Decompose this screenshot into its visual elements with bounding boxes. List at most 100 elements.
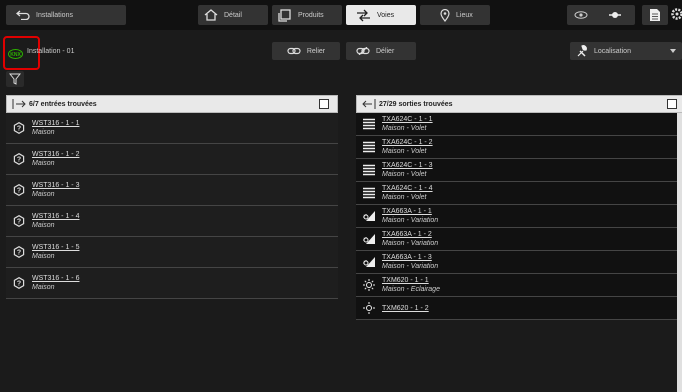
filter-button[interactable]: [6, 71, 24, 87]
tab-produits-label: Produits: [298, 11, 324, 19]
link-chain-icon: [287, 47, 301, 55]
item-name[interactable]: TXA663A - 1 - 3: [382, 253, 438, 262]
item-name[interactable]: WST316 - 1 - 4: [32, 212, 79, 221]
item-name[interactable]: TXA624C - 1 - 1: [382, 115, 433, 124]
outputs-select-all-checkbox[interactable]: [667, 99, 677, 109]
item-name[interactable]: TXM620 - 1 - 2: [382, 304, 429, 313]
gear-icon: [671, 8, 682, 20]
list-item[interactable]: ? WST316 - 1 - 2 Maison: [6, 144, 338, 175]
settings-button[interactable]: [670, 7, 682, 26]
list-item[interactable]: TXA663A - 1 - 1 Maison - Variation: [356, 205, 677, 228]
question-icon: ?: [13, 277, 25, 289]
tab-produits[interactable]: Produits: [272, 5, 342, 25]
link-view-button[interactable]: [601, 11, 635, 19]
input-channel-icon: [12, 99, 26, 109]
inputs-panel: 6/7 entrées trouvées ? WST316 - 1 - 1 Mais…: [6, 95, 338, 392]
dimmer-icon: [363, 257, 375, 267]
list-item[interactable]: ? WST316 - 1 - 3 Maison: [6, 175, 338, 206]
view-toggle-group: [567, 5, 635, 25]
installations-back-button[interactable]: Installations: [6, 5, 126, 25]
shutter-icon: [363, 118, 375, 130]
products-icon: [278, 8, 291, 22]
list-item[interactable]: TXA624C - 1 - 1 Maison - Volet: [356, 113, 677, 136]
delier-button[interactable]: Délier: [346, 42, 416, 60]
item-location: Maison - Volet: [382, 148, 427, 155]
item-name[interactable]: WST316 - 1 - 1: [32, 119, 79, 128]
item-name[interactable]: WST316 - 1 - 3: [32, 181, 79, 190]
house-icon: [204, 9, 218, 21]
list-item[interactable]: ? WST316 - 1 - 5 Maison: [6, 237, 338, 268]
location-pin-icon: [440, 8, 450, 22]
light-icon: [363, 302, 375, 314]
inputs-panel-header: 6/7 entrées trouvées: [6, 95, 338, 113]
tab-detail[interactable]: Détail: [198, 5, 268, 25]
item-name[interactable]: WST316 - 1 - 5: [32, 243, 79, 252]
list-item[interactable]: ? WST316 - 1 - 4 Maison: [6, 206, 338, 237]
chevron-down-icon: [670, 49, 676, 53]
item-location: Maison: [32, 160, 55, 167]
installation-name: Installation - 01: [27, 47, 75, 55]
localisation-label: Localisation: [594, 47, 631, 55]
localisation-dropdown[interactable]: Localisation: [570, 42, 682, 60]
link-icon: [609, 12, 621, 18]
eye-icon: [574, 11, 588, 19]
dimmer-icon: [363, 211, 375, 221]
question-icon: ?: [13, 246, 25, 258]
item-name[interactable]: TXA624C - 1 - 3: [382, 161, 433, 170]
list-item[interactable]: TXM620 - 1 - 2: [356, 297, 677, 320]
list-item[interactable]: TXA624C - 1 - 4 Maison - Volet: [356, 182, 677, 205]
item-name[interactable]: TXA663A - 1 - 2: [382, 230, 438, 239]
outputs-scrollbar[interactable]: [677, 113, 682, 392]
list-item[interactable]: ? WST316 - 1 - 1 Maison: [6, 113, 338, 144]
filter-icon: [9, 73, 21, 85]
svg-text:?: ?: [17, 157, 21, 164]
inputs-count-title: 6/7 entrées trouvées: [29, 100, 97, 108]
item-location: Maison: [32, 222, 55, 229]
list-item[interactable]: TXA663A - 1 - 2 Maison - Variation: [356, 228, 677, 251]
item-name[interactable]: TXM620 - 1 - 1: [382, 276, 440, 285]
tab-detail-label: Détail: [224, 11, 242, 19]
question-icon: ?: [13, 215, 25, 227]
tab-voies[interactable]: Voies: [346, 5, 416, 25]
list-item[interactable]: TXA624C - 1 - 2 Maison - Volet: [356, 136, 677, 159]
item-location: Maison - Variation: [382, 217, 439, 224]
relier-label: Relier: [306, 47, 326, 55]
item-name[interactable]: WST316 - 1 - 6: [32, 274, 79, 283]
dimmer-icon: [363, 234, 375, 244]
svg-text:?: ?: [17, 250, 21, 257]
list-item[interactable]: TXA624C - 1 - 3 Maison - Volet: [356, 159, 677, 182]
eye-view-button[interactable]: [567, 11, 601, 19]
item-name[interactable]: TXA663A - 1 - 1: [382, 207, 438, 216]
item-location: Maison - Eclairage: [382, 286, 440, 293]
tools-icon: [577, 45, 587, 57]
relier-button[interactable]: Relier: [272, 42, 340, 60]
item-location: Maison - Volet: [382, 194, 427, 201]
item-name[interactable]: TXA624C - 1 - 4: [382, 184, 433, 193]
svg-text:?: ?: [17, 219, 21, 226]
output-channel-icon: [362, 99, 376, 109]
document-button[interactable]: [642, 5, 668, 25]
shutter-icon: [363, 187, 375, 199]
installations-label: Installations: [36, 11, 73, 19]
delier-label: Délier: [376, 47, 395, 55]
item-name[interactable]: TXA624C - 1 - 2: [382, 138, 433, 147]
item-name[interactable]: WST316 - 1 - 2: [32, 150, 79, 159]
tab-voies-label: Voies: [377, 11, 395, 19]
inputs-select-all-checkbox[interactable]: [319, 99, 329, 109]
item-location: Maison - Variation: [382, 240, 439, 247]
tab-lieux[interactable]: Lieux: [420, 5, 490, 25]
top-navigation-bar: Installations Détail Produits Voies Lieu…: [0, 0, 682, 30]
svg-text:?: ?: [17, 281, 21, 288]
svg-text:KNX: KNX: [10, 52, 21, 58]
item-location: Maison: [32, 191, 55, 198]
list-item[interactable]: TXA663A - 1 - 3 Maison - Variation: [356, 251, 677, 274]
item-location: Maison - Volet: [382, 171, 427, 178]
list-item[interactable]: TXM620 - 1 - 1 Maison - Eclairage: [356, 274, 677, 297]
svg-text:?: ?: [17, 188, 21, 195]
item-location: Maison: [32, 129, 55, 136]
knx-icon: KNX: [8, 49, 23, 59]
list-item[interactable]: ? WST316 - 1 - 6 Maison: [6, 268, 338, 299]
document-icon: [650, 9, 660, 21]
question-icon: ?: [13, 122, 25, 134]
outputs-panel-header: 27/29 sorties trouvées: [356, 95, 682, 113]
